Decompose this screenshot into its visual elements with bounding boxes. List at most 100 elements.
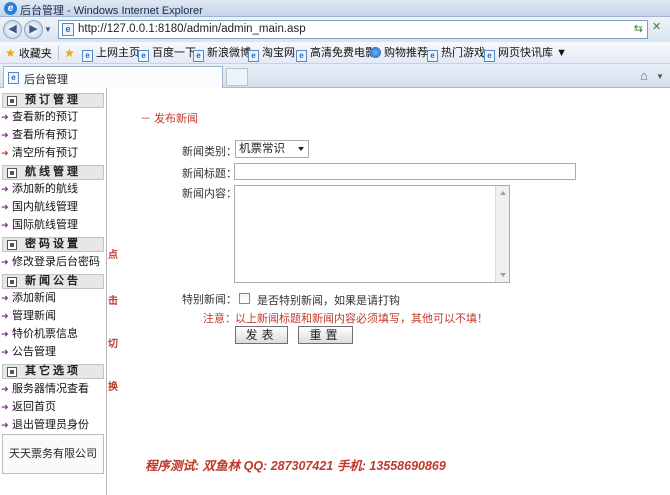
splitter-label[interactable]: 击	[108, 292, 118, 307]
new-tab-button[interactable]	[226, 68, 248, 86]
sidebar-item-label: 公告管理	[12, 346, 56, 358]
arrow-right-icon: ➜	[1, 130, 9, 140]
sidebar-item-change-password[interactable]: ➜ 修改登录后台密码	[1, 254, 100, 271]
compat-view-icon[interactable]: ⇆	[634, 22, 643, 35]
section-icon	[7, 96, 17, 106]
url-field[interactable]: e http://127.0.0.1:8180/admin/admin_main…	[58, 20, 648, 39]
sidebar-item-add-route[interactable]: ➜ 添加新的航线	[1, 181, 78, 198]
fav-link[interactable]: e 热门游戏	[427, 45, 485, 62]
sidebar-item-logout[interactable]: ➜ 退出管理员身份	[1, 417, 89, 434]
sidebar-item-announcements[interactable]: ➜ 公告管理	[1, 344, 56, 361]
fav-link[interactable]: e 高清免费电影	[296, 45, 376, 62]
fav-link-label: 购物推荐	[384, 47, 428, 59]
arrow-right-icon: ➜	[1, 148, 9, 158]
sidebar-section-booking: 预订管理	[2, 93, 104, 108]
section-title: 密码设置	[25, 238, 81, 250]
sidebar-section-password: 密码设置	[2, 237, 104, 252]
special-news-checkbox[interactable]	[239, 293, 250, 304]
title-input[interactable]	[234, 163, 576, 180]
sidebar-item-server-status[interactable]: ➜ 服务器情况查看	[1, 381, 89, 398]
back-icon[interactable]: ◀	[3, 20, 22, 39]
fav-link-label: 百度一下	[152, 47, 196, 59]
ie-page-icon: e	[82, 50, 93, 62]
chevron-down-icon	[298, 147, 304, 151]
fav-link[interactable]: e 淘宝网	[248, 45, 295, 62]
arrow-right-icon: ➜	[1, 347, 9, 357]
fav-link-label: 上网主页	[96, 47, 140, 59]
sidebar-item-label: 国际航线管理	[12, 219, 78, 231]
sidebar-item-manage-news[interactable]: ➜ 管理新闻	[1, 308, 56, 325]
section-icon	[7, 168, 17, 178]
submit-button[interactable]: 发表	[235, 326, 288, 344]
sidebar-item-label: 特价机票信息	[12, 328, 78, 340]
sidebar-item-special-tickets[interactable]: ➜ 特价机票信息	[1, 326, 78, 343]
fav-link[interactable]: e 上网主页	[82, 45, 140, 62]
home-icon[interactable]: ⌂	[640, 68, 648, 83]
sidebar-item-label: 查看所有预订	[12, 129, 78, 141]
note-label: 注意：	[203, 313, 236, 325]
sidebar-item-clear-bookings[interactable]: ➜ 清空所有预订	[1, 145, 78, 162]
arrow-right-icon: ➜	[1, 202, 9, 212]
forward-icon[interactable]: ▶	[24, 20, 43, 39]
section-icon	[7, 277, 17, 287]
splitter-label[interactable]: 换	[108, 378, 118, 393]
arrow-right-icon: ➜	[1, 420, 9, 430]
breadcrumb: － 发布新闻	[140, 113, 199, 125]
star-icon: ★	[5, 46, 16, 60]
tab-admin[interactable]: e 后台管理	[3, 66, 223, 88]
ie-page-icon: e	[193, 50, 204, 62]
sidebar-item-label: 退出管理员身份	[12, 419, 89, 431]
special-label: 特别新闻：	[182, 294, 237, 306]
sidebar-item-label: 管理新闻	[12, 310, 56, 322]
sidebar-section-other: 其它选项	[2, 364, 104, 379]
sidebar-item-intl-routes[interactable]: ➜ 国际航线管理	[1, 217, 78, 234]
arrow-right-icon: ➜	[1, 329, 9, 339]
sidebar-section-news: 新闻公告	[2, 274, 104, 289]
main-panel: － 发布新闻 新闻类别： 机票常识 新闻标题： 新闻内容： 特别新闻： 是否特别…	[118, 88, 670, 495]
scroll-down-icon[interactable]	[500, 273, 506, 277]
address-bar: ◀ ▶ ▼ e http://127.0.0.1:8180/admin/admi…	[0, 17, 670, 42]
sidebar-item-add-news[interactable]: ➜ 添加新闻	[1, 290, 56, 307]
sidebar-item-label: 添加新闻	[12, 292, 56, 304]
sidebar-item-label: 添加新的航线	[12, 183, 78, 195]
scroll-up-icon[interactable]	[500, 191, 506, 195]
arrow-right-icon: ➜	[1, 311, 9, 321]
arrow-right-icon: ➜	[1, 402, 9, 412]
fav-link[interactable]: e 网页快讯库 ▼	[484, 45, 567, 62]
page-icon: e	[62, 23, 74, 36]
sidebar-item-label: 服务器情况查看	[12, 383, 89, 395]
splitter-label[interactable]: 切	[108, 335, 118, 350]
reset-button[interactable]: 重置	[298, 326, 353, 344]
content-textarea[interactable]	[234, 185, 510, 283]
url-text[interactable]: http://127.0.0.1:8180/admin/admin_main.a…	[78, 23, 306, 35]
favorites-button[interactable]: ★ 收藏夹	[5, 45, 52, 61]
splitter-label[interactable]: 点	[108, 246, 118, 261]
favorites-label: 收藏夹	[18, 48, 52, 60]
fav-link[interactable]: e 百度一下	[138, 45, 196, 62]
fav-link[interactable]: e 新浪微博	[193, 45, 251, 62]
add-favorite-icon[interactable]: ★	[64, 45, 75, 61]
section-title: 其它选项	[25, 365, 81, 377]
fav-link[interactable]: 购物推荐	[370, 45, 428, 61]
ie-page-icon: e	[138, 50, 149, 62]
history-dropdown-icon[interactable]: ▼	[44, 25, 52, 34]
textarea-scrollbar[interactable]	[495, 186, 509, 282]
fav-link-label: 网页快讯库	[498, 47, 553, 59]
arrow-right-icon: ➜	[1, 184, 9, 194]
sidebar-section-routes: 航线管理	[2, 165, 104, 180]
sidebar-item-domestic-routes[interactable]: ➜ 国内航线管理	[1, 199, 78, 216]
divider	[58, 46, 59, 60]
company-footer: 天天票务有限公司	[2, 434, 104, 474]
arrow-right-icon: ➜	[1, 257, 9, 267]
fav-link-label: 高清免费电影	[310, 47, 376, 59]
sidebar-item-new-bookings[interactable]: ➜ 查看新的预订	[1, 109, 78, 126]
refresh-icon[interactable]: ✕	[652, 20, 668, 39]
category-select[interactable]: 机票常识	[235, 140, 309, 158]
sidebar-item-all-bookings[interactable]: ➜ 查看所有预订	[1, 127, 78, 144]
sidebar-item-home[interactable]: ➜ 返回首页	[1, 399, 56, 416]
arrow-right-icon: ➜	[1, 384, 9, 394]
ie-page-icon: e	[427, 50, 438, 62]
title-bar: e 后台管理 - Windows Internet Explorer	[0, 0, 670, 17]
chevron-down-icon[interactable]: ▼	[656, 72, 664, 81]
ie-page-icon: e	[484, 50, 495, 62]
